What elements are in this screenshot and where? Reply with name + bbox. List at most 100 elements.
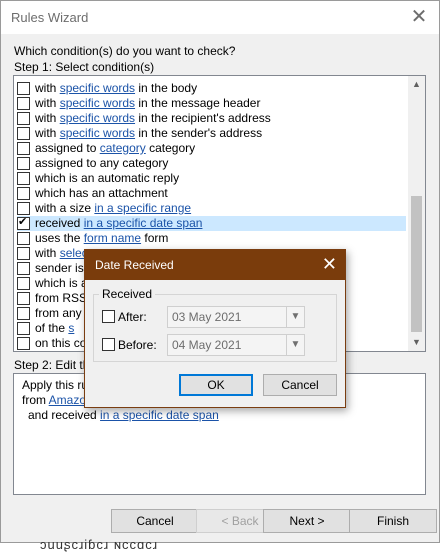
condition-checkbox[interactable] <box>17 262 30 275</box>
condition-text: with <box>35 111 60 125</box>
condition-checkbox[interactable] <box>17 247 30 260</box>
condition-link[interactable]: specific words <box>60 111 135 125</box>
condition-checkbox[interactable] <box>17 127 30 140</box>
date-received-dialog: Date Received ✕ Received After: 03 May 2… <box>84 249 346 408</box>
condition-checkbox[interactable] <box>17 82 30 95</box>
ok-button[interactable]: OK <box>179 374 253 396</box>
condition-item[interactable]: assigned to category category <box>17 141 406 156</box>
condition-text: on this co <box>35 336 87 350</box>
condition-label: received in a specific date span <box>35 216 202 231</box>
scroll-up-icon[interactable]: ▲ <box>408 76 425 93</box>
condition-checkbox[interactable] <box>17 337 30 350</box>
dialog-close-icon[interactable]: ✕ <box>322 253 337 275</box>
step2-label: Step 2: Edit th <box>14 358 90 372</box>
condition-checkbox[interactable] <box>17 322 30 335</box>
cancel-button[interactable]: Cancel <box>111 509 199 533</box>
condition-label: with specific words in the body <box>35 81 197 96</box>
condition-text: assigned to any category <box>35 156 169 170</box>
condition-item[interactable]: uses the form name form <box>17 231 406 246</box>
condition-checkbox[interactable] <box>17 97 30 110</box>
condition-question: Which condition(s) do you want to check? <box>14 44 236 58</box>
condition-label: with a size in a specific range <box>35 201 191 216</box>
window-title: Rules Wizard <box>11 10 89 25</box>
condition-checkbox[interactable] <box>17 232 30 245</box>
background-text: ɔuuʂcɹiɓcɹ ɴccɑcɹ <box>40 537 159 552</box>
condition-checkbox[interactable] <box>17 215 30 230</box>
condition-text: sender is i <box>35 261 90 275</box>
condition-checkbox[interactable] <box>17 202 30 215</box>
condition-link[interactable]: s <box>68 321 74 335</box>
dialog-title-bar: Date Received ✕ <box>85 250 345 280</box>
after-label: After: <box>118 310 147 324</box>
condition-item[interactable]: assigned to any category <box>17 156 406 171</box>
before-date-picker[interactable]: 04 May 2021 ▼ <box>167 334 305 356</box>
condition-link[interactable]: in a specific range <box>94 201 191 215</box>
condition-label: uses the form name form <box>35 231 168 246</box>
condition-item[interactable]: with specific words in the body <box>17 81 406 96</box>
condition-label: assigned to any category <box>35 156 168 171</box>
step1-label: Step 1: Select condition(s) <box>14 60 155 74</box>
after-checkbox[interactable] <box>102 310 115 323</box>
condition-text: category <box>145 141 196 155</box>
finish-button[interactable]: Finish <box>349 509 437 533</box>
condition-text: of the <box>35 321 69 335</box>
condition-checkbox[interactable] <box>17 142 30 155</box>
condition-checkbox[interactable] <box>17 112 30 125</box>
scroll-thumb[interactable] <box>411 196 422 332</box>
after-date-value: 03 May 2021 <box>172 310 242 324</box>
condition-text: received <box>35 216 84 230</box>
condition-item[interactable]: with specific words in the message heade… <box>17 96 406 111</box>
condition-link[interactable]: in a specific date span <box>84 216 203 230</box>
description-text: and received <box>28 408 101 422</box>
close-icon[interactable]: ✕ <box>409 5 429 29</box>
condition-label: of the s <box>35 321 74 336</box>
condition-text: which has an attachment <box>35 186 168 200</box>
condition-item[interactable]: which is an automatic reply <box>17 171 406 186</box>
condition-item[interactable]: which has an attachment <box>17 186 406 201</box>
condition-label: with selec <box>35 246 88 261</box>
chevron-down-icon[interactable]: ▼ <box>286 307 304 327</box>
condition-link[interactable]: category <box>100 141 146 155</box>
condition-link[interactable]: specific words <box>60 126 135 140</box>
condition-label: with specific words in the message heade… <box>35 96 260 111</box>
description-link-date-span[interactable]: in a specific date span <box>100 408 219 422</box>
before-checkbox[interactable] <box>102 338 115 351</box>
condition-item[interactable]: with specific words in the sender's addr… <box>17 126 406 141</box>
condition-label: with specific words in the sender's addr… <box>35 126 262 141</box>
condition-text: in the recipient's address <box>135 111 271 125</box>
list-scrollbar[interactable]: ▲ ▼ <box>408 76 425 351</box>
condition-text: which is a <box>35 276 88 290</box>
condition-label: which has an attachment <box>35 186 168 201</box>
condition-checkbox[interactable] <box>17 187 30 200</box>
condition-label: on this co <box>35 336 86 351</box>
condition-link[interactable]: form name <box>84 231 141 245</box>
condition-link[interactable]: specific words <box>60 96 135 110</box>
scroll-down-icon[interactable]: ▼ <box>408 334 425 351</box>
condition-checkbox[interactable] <box>17 172 30 185</box>
condition-item[interactable]: with specific words in the recipient's a… <box>17 111 406 126</box>
next-button[interactable]: Next > <box>263 509 351 533</box>
condition-checkbox[interactable] <box>17 307 30 320</box>
condition-item[interactable]: with a size in a specific range <box>17 201 406 216</box>
condition-checkbox[interactable] <box>17 292 30 305</box>
description-line-2: from Amazon <box>22 393 93 407</box>
dialog-title: Date Received <box>95 258 174 272</box>
received-group-label: Received <box>99 287 156 301</box>
condition-text: in the body <box>135 81 198 95</box>
condition-checkbox[interactable] <box>17 157 30 170</box>
condition-text: in the message header <box>135 96 261 110</box>
dialog-cancel-button[interactable]: Cancel <box>263 374 337 396</box>
description-line-3: and received in a specific date span <box>28 408 219 422</box>
chevron-down-icon[interactable]: ▼ <box>286 335 304 355</box>
condition-link[interactable]: specific words <box>60 81 135 95</box>
condition-text: uses the <box>35 231 84 245</box>
condition-text: with a size <box>35 201 95 215</box>
condition-text: with <box>35 81 60 95</box>
description-text: from <box>22 393 49 407</box>
condition-checkbox[interactable] <box>17 277 30 290</box>
after-date-picker[interactable]: 03 May 2021 ▼ <box>167 306 305 328</box>
before-date-value: 04 May 2021 <box>172 338 242 352</box>
condition-text: form <box>141 231 169 245</box>
condition-item[interactable]: received in a specific date span <box>17 215 406 231</box>
condition-text: which is an automatic reply <box>35 171 180 185</box>
